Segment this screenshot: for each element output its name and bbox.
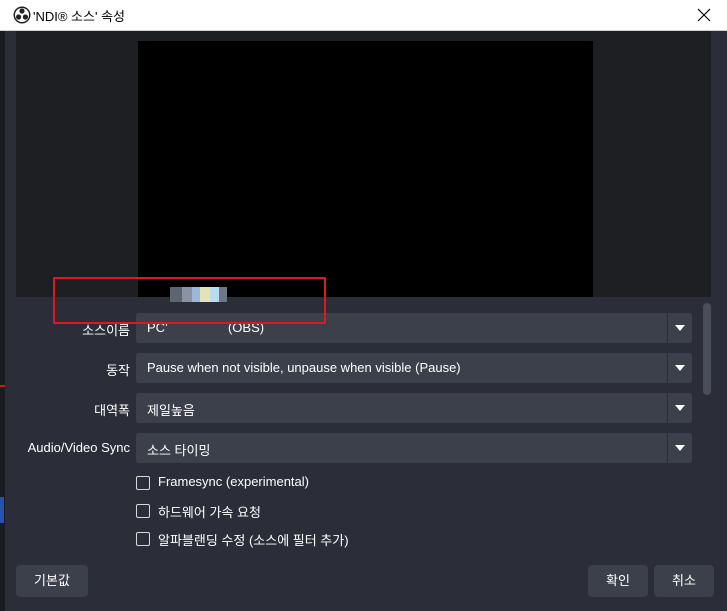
framesync-label[interactable]: Framesync (experimental) (158, 474, 309, 489)
alpha-fix-checkbox[interactable] (136, 532, 150, 546)
close-button[interactable] (681, 0, 727, 30)
bandwidth-value: 제일높음 (147, 403, 195, 418)
background-accent (0, 385, 5, 387)
properties-scrollbar[interactable] (702, 303, 712, 580)
preview-panel (16, 31, 711, 297)
av-sync-value: 소스 타이밍 (147, 443, 211, 458)
ok-button[interactable]: 확인 (588, 565, 648, 597)
scrollbar-thumb[interactable] (703, 303, 711, 395)
dropdown-arrow-icon[interactable] (667, 433, 692, 463)
title-bar: 'NDI® 소스' 속성 (0, 0, 727, 31)
background-window-edge (0, 31, 5, 611)
hw-accel-checkbox[interactable] (136, 504, 150, 518)
cancel-button[interactable]: 취소 (654, 565, 714, 597)
av-sync-select[interactable]: 소스 타이밍 (136, 433, 692, 463)
defaults-button[interactable]: 기본값 (16, 565, 88, 597)
bandwidth-label: 대역폭 (94, 403, 130, 418)
behavior-label: 동작 (106, 363, 130, 378)
framesync-checkbox[interactable] (136, 476, 150, 490)
av-sync-label: Audio/Video Sync (27, 440, 130, 455)
annotation-highlight-box (53, 277, 326, 324)
source-preview (138, 41, 593, 297)
alpha-fix-label[interactable]: 알파블랜딩 수정 (소스에 필터 추가) (158, 530, 349, 549)
obs-logo-icon (13, 6, 31, 24)
dropdown-arrow-icon[interactable] (667, 313, 692, 343)
close-icon (697, 8, 711, 22)
behavior-select[interactable]: Pause when not visible, unpause when vis… (136, 353, 692, 383)
background-selection (0, 497, 4, 523)
dropdown-arrow-icon[interactable] (667, 353, 692, 383)
bandwidth-select[interactable]: 제일높음 (136, 393, 692, 423)
hw-accel-label[interactable]: 하드웨어 가속 요청 (158, 502, 261, 521)
dropdown-arrow-icon[interactable] (667, 393, 692, 423)
behavior-value: Pause when not visible, unpause when vis… (147, 360, 461, 375)
properties-panel: 소스이름 PC’ (OBS) 동작 Pause when not visible,… (16, 297, 700, 580)
window-title: 'NDI® 소스' 속성 (33, 9, 125, 24)
